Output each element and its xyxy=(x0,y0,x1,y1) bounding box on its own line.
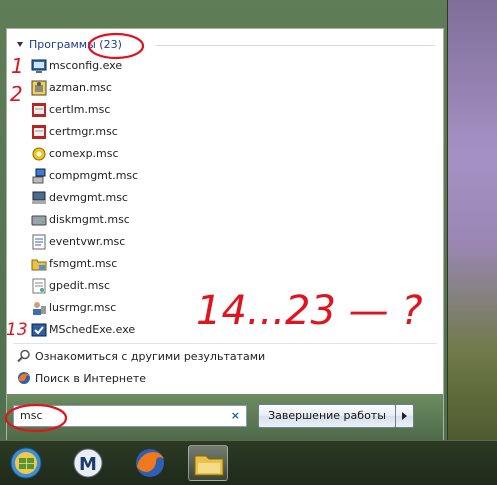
local-users-icon xyxy=(33,302,46,315)
program-item-certmgr[interactable]: certmgr.msc xyxy=(7,121,443,143)
taskbar-app-m[interactable]: M xyxy=(68,445,108,481)
certificate-icon xyxy=(32,125,46,139)
program-item-comexp[interactable]: comexp.msc xyxy=(7,143,443,165)
shutdown-options-arrow-icon[interactable] xyxy=(396,404,414,428)
program-list: msconfig.exe azman.msc certlm.msc certmg… xyxy=(7,55,443,341)
scheduler-icon xyxy=(31,323,47,337)
start-button[interactable] xyxy=(6,445,46,481)
search-strip: msc × Завершение работы xyxy=(6,394,444,441)
app-m-icon: M xyxy=(73,448,103,478)
taskbar-explorer[interactable] xyxy=(188,445,228,481)
search-icon xyxy=(17,349,30,363)
program-item-gpedit[interactable]: gpedit.msc xyxy=(7,275,443,297)
event-viewer-icon xyxy=(32,234,46,250)
group-divider xyxy=(155,45,435,46)
msconfig-icon xyxy=(31,59,47,73)
start-orb-icon xyxy=(10,447,42,479)
search-input[interactable]: msc × xyxy=(13,405,247,427)
programs-group-count: (23) xyxy=(99,38,122,51)
program-item-msconfig[interactable]: msconfig.exe xyxy=(7,55,443,77)
results-divider xyxy=(13,343,437,344)
program-item-certlm[interactable]: certlm.msc xyxy=(7,99,443,121)
taskbar-firefox[interactable] xyxy=(130,445,170,481)
group-policy-icon xyxy=(32,278,46,294)
program-item-mschedexe[interactable]: MSchedExe.exe xyxy=(7,319,443,341)
device-manager-icon xyxy=(32,191,46,204)
programs-group-label: Программы xyxy=(29,38,96,51)
program-item-azman[interactable]: azman.msc xyxy=(7,77,443,99)
collapse-triangle-icon xyxy=(17,42,23,47)
internet-search-link[interactable]: Поиск в Интернете xyxy=(13,369,146,389)
shutdown-button[interactable]: Завершение работы xyxy=(258,404,396,428)
program-item-diskmgmt[interactable]: diskmgmt.msc xyxy=(7,209,443,231)
taskbar: M xyxy=(0,440,497,485)
component-services-icon xyxy=(32,147,46,161)
shared-folders-icon xyxy=(31,259,47,271)
program-item-lusrmgr[interactable]: lusrmgr.msc xyxy=(7,297,443,319)
desktop-wallpaper xyxy=(447,0,497,440)
svg-text:M: M xyxy=(79,454,97,475)
explorer-icon xyxy=(194,455,224,476)
search-results-pane: Программы (23) msconfig.exe azman.msc ce… xyxy=(6,28,444,395)
firefox-icon xyxy=(18,372,30,384)
program-item-devmgmt[interactable]: devmgmt.msc xyxy=(7,187,443,209)
program-item-compmgmt[interactable]: compmgmt.msc xyxy=(7,165,443,187)
azman-icon xyxy=(31,80,47,96)
more-results-link[interactable]: Ознакомиться с другими результатами xyxy=(13,347,265,367)
certificate-icon xyxy=(32,103,46,117)
firefox-icon xyxy=(136,449,164,477)
start-menu: Программы (23) msconfig.exe azman.msc ce… xyxy=(0,0,447,441)
programs-group-header[interactable]: Программы (23) xyxy=(15,37,435,53)
program-item-eventvwr[interactable]: eventvwr.msc xyxy=(7,231,443,253)
clear-search-icon[interactable]: × xyxy=(231,406,240,426)
program-item-fsmgmt[interactable]: fsmgmt.msc xyxy=(7,253,443,275)
disk-management-icon xyxy=(31,215,47,226)
computer-management-icon xyxy=(32,168,46,184)
